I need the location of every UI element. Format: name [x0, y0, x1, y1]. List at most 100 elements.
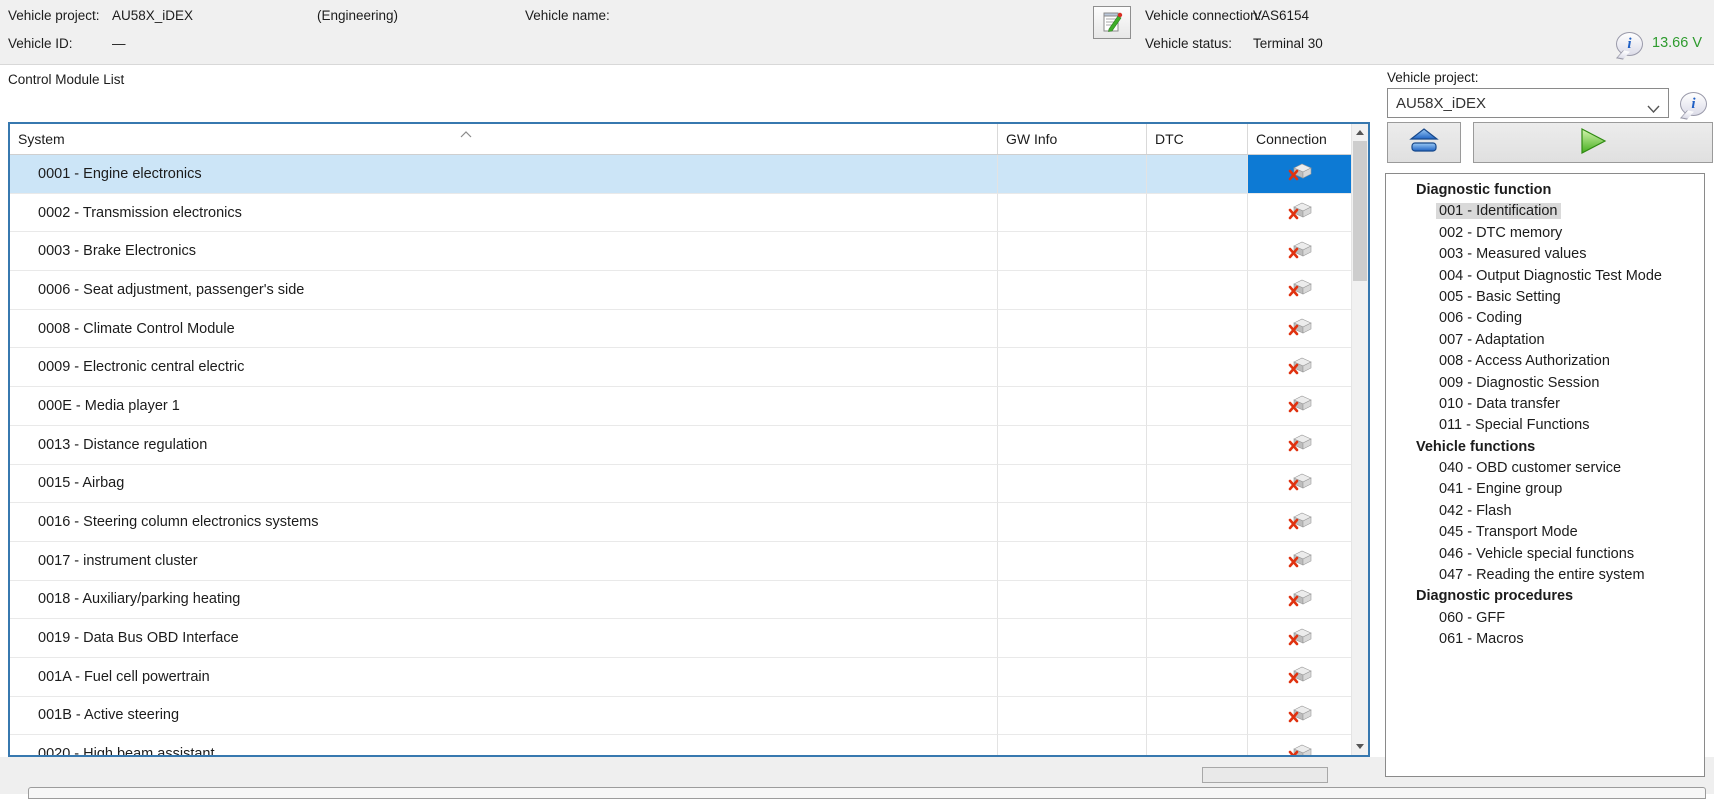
- vehicle-project-label: Vehicle project:: [8, 8, 100, 23]
- table-row[interactable]: 0003 - Brake Electronics: [10, 232, 1351, 271]
- connection-cell: [1248, 348, 1351, 387]
- column-header-system-label: System: [18, 131, 65, 147]
- disconnected-drive-icon: [1286, 393, 1313, 418]
- battery-voltage: 13.66 V: [1652, 35, 1702, 51]
- scroll-down-button[interactable]: [1352, 738, 1368, 755]
- dtc-cell: [1147, 155, 1248, 194]
- table-row[interactable]: 0006 - Seat adjustment, passenger's side: [10, 271, 1351, 310]
- eject-project-button[interactable]: [1387, 122, 1461, 163]
- dtc-cell: [1147, 658, 1248, 697]
- gw-info-cell: [998, 542, 1147, 581]
- disconnected-drive-icon: [1286, 703, 1313, 728]
- gw-info-cell: [998, 465, 1147, 504]
- gw-info-cell: [998, 619, 1147, 658]
- diagnostic-function-tree: Diagnostic function001 - Identification0…: [1385, 173, 1705, 777]
- info-bubble-icon[interactable]: i: [1616, 32, 1643, 56]
- tree-item[interactable]: 007 - Adaptation: [1386, 330, 1704, 351]
- vehicle-project-selected-value: AU58X_iDEX: [1396, 95, 1486, 112]
- triangle-down-icon: [1356, 744, 1364, 749]
- tree-item[interactable]: 040 - OBD customer service: [1386, 458, 1704, 479]
- column-header-gw-info[interactable]: GW Info: [998, 124, 1147, 154]
- tree-item[interactable]: 009 - Diagnostic Session: [1386, 373, 1704, 394]
- system-cell: 001A - Fuel cell powertrain: [10, 658, 998, 697]
- table-row[interactable]: 0001 - Engine electronics: [10, 155, 1351, 194]
- disconnected-drive-icon: [1286, 742, 1313, 755]
- table-row[interactable]: 001B - Active steering: [10, 697, 1351, 736]
- table-row[interactable]: 0015 - Airbag: [10, 465, 1351, 504]
- start-diagnosis-button[interactable]: [1473, 122, 1713, 163]
- table-row[interactable]: 0016 - Steering column electronics syste…: [10, 503, 1351, 542]
- tree-item[interactable]: 042 - Flash: [1386, 501, 1704, 522]
- vertical-scrollbar[interactable]: [1351, 124, 1368, 755]
- gw-info-cell: [998, 232, 1147, 271]
- connection-cell: [1248, 155, 1351, 194]
- tree-item[interactable]: 003 - Measured values: [1386, 244, 1704, 265]
- dtc-cell: [1147, 581, 1248, 620]
- tree-item[interactable]: 046 - Vehicle special functions: [1386, 544, 1704, 565]
- tree-item[interactable]: 011 - Special Functions: [1386, 415, 1704, 436]
- gw-info-cell: [998, 155, 1147, 194]
- table-row[interactable]: 000E - Media player 1: [10, 387, 1351, 426]
- dtc-cell: [1147, 542, 1248, 581]
- vehicle-project-dropdown[interactable]: AU58X_iDEX: [1387, 88, 1669, 118]
- system-cell: 0008 - Climate Control Module: [10, 310, 998, 349]
- tree-item[interactable]: 041 - Engine group: [1386, 479, 1704, 500]
- tree-item[interactable]: 006 - Coding: [1386, 308, 1704, 329]
- disconnected-drive-icon: [1286, 510, 1313, 535]
- table-row[interactable]: 001A - Fuel cell powertrain: [10, 658, 1351, 697]
- edit-vehicle-button[interactable]: [1093, 6, 1131, 39]
- tree-item[interactable]: 047 - Reading the entire system: [1386, 565, 1704, 586]
- connection-cell: [1248, 697, 1351, 736]
- disconnected-drive-icon: [1286, 548, 1313, 573]
- connection-cell: [1248, 619, 1351, 658]
- tree-item[interactable]: 045 - Transport Mode: [1386, 522, 1704, 543]
- table-row[interactable]: 0020 - High beam assistant: [10, 735, 1351, 755]
- table-row[interactable]: 0018 - Auxiliary/parking heating: [10, 581, 1351, 620]
- tree-item[interactable]: 005 - Basic Setting: [1386, 287, 1704, 308]
- table-row[interactable]: 0008 - Climate Control Module: [10, 310, 1351, 349]
- table-row[interactable]: 0009 - Electronic central electric: [10, 348, 1351, 387]
- system-cell: 0017 - instrument cluster: [10, 542, 998, 581]
- tree-item[interactable]: 001 - Identification: [1386, 201, 1704, 222]
- tree-item[interactable]: 060 - GFF: [1386, 608, 1704, 629]
- column-header-connection[interactable]: Connection: [1248, 124, 1351, 154]
- table-row[interactable]: 0013 - Distance regulation: [10, 426, 1351, 465]
- dtc-cell: [1147, 697, 1248, 736]
- vehicle-connection-value: VAS6154: [1253, 8, 1309, 23]
- table-row[interactable]: 0002 - Transmission electronics: [10, 194, 1351, 233]
- column-header-system[interactable]: System: [10, 124, 998, 154]
- disconnected-drive-icon: [1286, 471, 1313, 496]
- disconnected-drive-icon: [1286, 432, 1313, 457]
- tree-item[interactable]: 008 - Access Authorization: [1386, 351, 1704, 372]
- gw-info-cell: [998, 697, 1147, 736]
- gw-info-cell: [998, 271, 1147, 310]
- system-cell: 0003 - Brake Electronics: [10, 232, 998, 271]
- tree-group-header: Diagnostic procedures: [1386, 586, 1704, 607]
- scrollbar-thumb[interactable]: [1353, 141, 1367, 281]
- disconnected-drive-icon: [1286, 277, 1313, 302]
- eject-icon: [1408, 126, 1440, 159]
- scroll-up-button[interactable]: [1352, 124, 1368, 141]
- dtc-cell: [1147, 465, 1248, 504]
- disconnected-drive-icon: [1286, 200, 1313, 225]
- table-row[interactable]: 0019 - Data Bus OBD Interface: [10, 619, 1351, 658]
- info-bubble-icon[interactable]: i: [1680, 92, 1707, 116]
- tree-item[interactable]: 010 - Data transfer: [1386, 394, 1704, 415]
- connection-cell: [1248, 542, 1351, 581]
- disconnected-drive-icon: [1286, 664, 1313, 689]
- tree-group-header: Diagnostic function: [1386, 180, 1704, 201]
- tree-item[interactable]: 002 - DTC memory: [1386, 223, 1704, 244]
- sort-ascending-icon: [460, 125, 472, 141]
- table-header-row: System GW Info DTC Connection: [10, 124, 1351, 155]
- disconnected-drive-icon: [1286, 239, 1313, 264]
- system-cell: 0002 - Transmission electronics: [10, 194, 998, 233]
- tree-group-header: Vehicle functions: [1386, 437, 1704, 458]
- dtc-cell: [1147, 735, 1248, 755]
- control-module-table: System GW Info DTC Connection 0001 - Eng…: [8, 122, 1370, 757]
- table-row[interactable]: 0017 - instrument cluster: [10, 542, 1351, 581]
- connection-cell: [1248, 387, 1351, 426]
- tree-item[interactable]: 061 - Macros: [1386, 629, 1704, 650]
- column-header-dtc[interactable]: DTC: [1147, 124, 1248, 154]
- tree-item[interactable]: 004 - Output Diagnostic Test Mode: [1386, 266, 1704, 287]
- connection-cell: [1248, 503, 1351, 542]
